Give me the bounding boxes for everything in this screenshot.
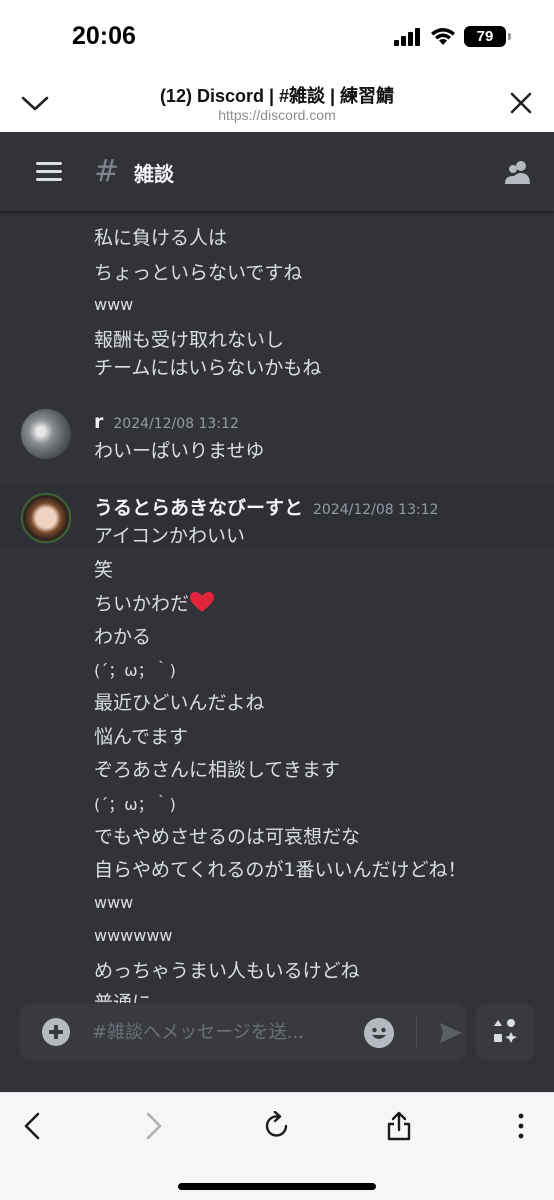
message-timestamp: 2024/12/08 13:12: [113, 416, 239, 432]
message-line: ちょっといらないですね: [94, 262, 303, 284]
message-line: チームにはいらないかもね: [94, 357, 322, 379]
members-icon[interactable]: [504, 158, 532, 186]
emoji-icon[interactable]: [364, 1018, 394, 1048]
username[interactable]: うるとらあきなびーすと: [94, 497, 303, 519]
message-line: めっちゃうまい人もいるけどね: [94, 960, 360, 982]
apps-icon: [494, 1019, 517, 1043]
hamburger-menu-icon[interactable]: [36, 162, 62, 182]
back-arrow-icon[interactable]: [18, 1111, 48, 1141]
message-line: wwwwww: [94, 926, 173, 945]
status-icons: 79: [394, 26, 511, 47]
plus-circle-icon[interactable]: [42, 1018, 70, 1046]
composer-divider: [416, 1016, 417, 1048]
message-line: (´；ω；｀): [94, 795, 176, 814]
username[interactable]: r: [94, 411, 103, 433]
message-line: わいーぱいりませゆ: [94, 440, 265, 462]
sheet-header: (12) Discord | #雑談 | 練習鯖 https://discord…: [0, 72, 554, 132]
status-bar: 20:06 79: [0, 0, 554, 72]
message-list[interactable]: 私に負ける人は ちょっといらないですね www 報酬も受け取れないし チームには…: [0, 213, 554, 1003]
avatar[interactable]: [21, 409, 71, 459]
message-line-with-emoji: ちいかわだ: [94, 589, 215, 616]
message-line: アイコンかわいい: [94, 525, 246, 547]
page-title: (12) Discord | #雑談 | 練習鯖: [159, 86, 395, 106]
message-line: 悩んでます: [94, 726, 189, 748]
chevron-down-icon[interactable]: [20, 90, 50, 116]
close-icon[interactable]: [508, 90, 534, 116]
message-line: 最近ひどいんだよね: [94, 692, 265, 714]
status-time: 20:06: [72, 22, 136, 50]
message-text: ちいかわだ: [94, 593, 190, 615]
message-line: www: [94, 893, 134, 912]
channel-hash-icon: #: [94, 154, 120, 189]
avatar[interactable]: [21, 493, 71, 543]
message-line: 自らやめてくれるのが1番いいんだけどね！: [94, 859, 467, 881]
apps-button[interactable]: [476, 1004, 534, 1060]
message-line: ぞろあさんに相談してきます: [94, 759, 340, 781]
message-line: でもやめさせるのは可哀想だな: [94, 826, 361, 848]
message-author[interactable]: r 2024/12/08 13:12: [94, 411, 239, 433]
heart-emoji-icon: [190, 592, 215, 612]
more-vertical-icon[interactable]: [506, 1111, 536, 1141]
reload-icon[interactable]: [262, 1111, 292, 1141]
channel-header: # 雑談: [0, 132, 554, 212]
wifi-icon: [431, 27, 455, 45]
message-composer: [20, 1004, 466, 1060]
message-author[interactable]: うるとらあきなびーすと 2024/12/08 13:12: [94, 493, 439, 520]
battery-indicator: 79: [464, 26, 511, 47]
message-input[interactable]: [92, 1004, 342, 1060]
message-line: 報酬も受け取れないし: [94, 329, 285, 351]
share-icon[interactable]: [384, 1111, 414, 1141]
message-line: 笑: [94, 559, 114, 581]
page-url: https://discord.com: [218, 107, 336, 123]
forward-arrow-icon[interactable]: [138, 1111, 168, 1141]
home-indicator: [178, 1183, 376, 1190]
signal-icon: [394, 27, 420, 46]
message-line: (´；ω；｀): [94, 661, 176, 680]
channel-name: 雑談: [134, 162, 174, 186]
message-line: www: [94, 295, 134, 314]
send-icon[interactable]: [438, 1020, 464, 1046]
message-line: わかる: [94, 626, 152, 648]
discord-app: # 雑談 私に負ける人は ちょっといらないですね www 報酬も受け取れないし …: [0, 132, 554, 1092]
message-timestamp: 2024/12/08 13:12: [313, 502, 439, 518]
message-line: 普通に: [94, 992, 152, 1003]
message-line: 私に負ける人は: [94, 227, 228, 249]
